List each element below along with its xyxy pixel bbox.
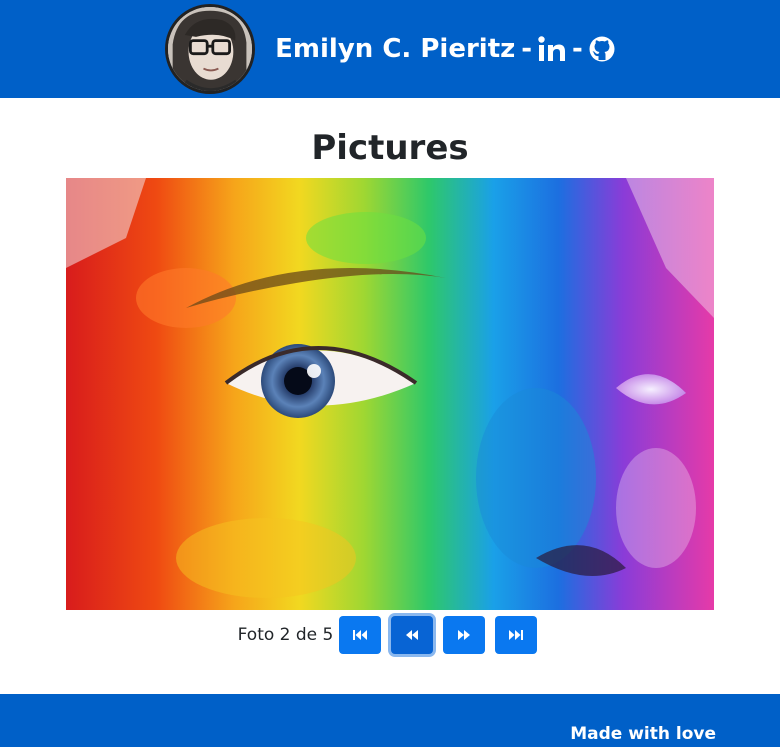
site-footer: Made with love	[0, 694, 780, 747]
previous-icon	[406, 630, 419, 640]
main-content: Pictures Foto 2 de 5	[0, 98, 780, 694]
author-name: Emilyn C. Pieritz	[275, 34, 516, 64]
github-icon[interactable]	[589, 36, 615, 62]
footer-text: Made with love	[570, 724, 716, 744]
first-photo-button[interactable]	[339, 616, 382, 654]
last-icon	[509, 630, 524, 640]
photo-pager: Foto 2 de 5	[0, 616, 780, 654]
page-title: Pictures	[311, 128, 469, 168]
header-title: Emilyn C. Pieritz - -	[275, 34, 615, 64]
linkedin-icon[interactable]	[538, 36, 566, 62]
next-icon	[458, 630, 471, 640]
separator: -	[521, 34, 533, 64]
next-photo-button[interactable]	[443, 616, 486, 654]
site-header: Emilyn C. Pieritz - -	[0, 0, 780, 98]
gallery-photo	[66, 178, 714, 610]
separator: -	[572, 34, 583, 64]
avatar	[165, 4, 256, 94]
pager-label: Foto 2 de 5	[237, 625, 334, 645]
previous-photo-button[interactable]	[391, 616, 434, 654]
first-icon	[353, 630, 368, 640]
last-photo-button[interactable]	[495, 616, 538, 654]
